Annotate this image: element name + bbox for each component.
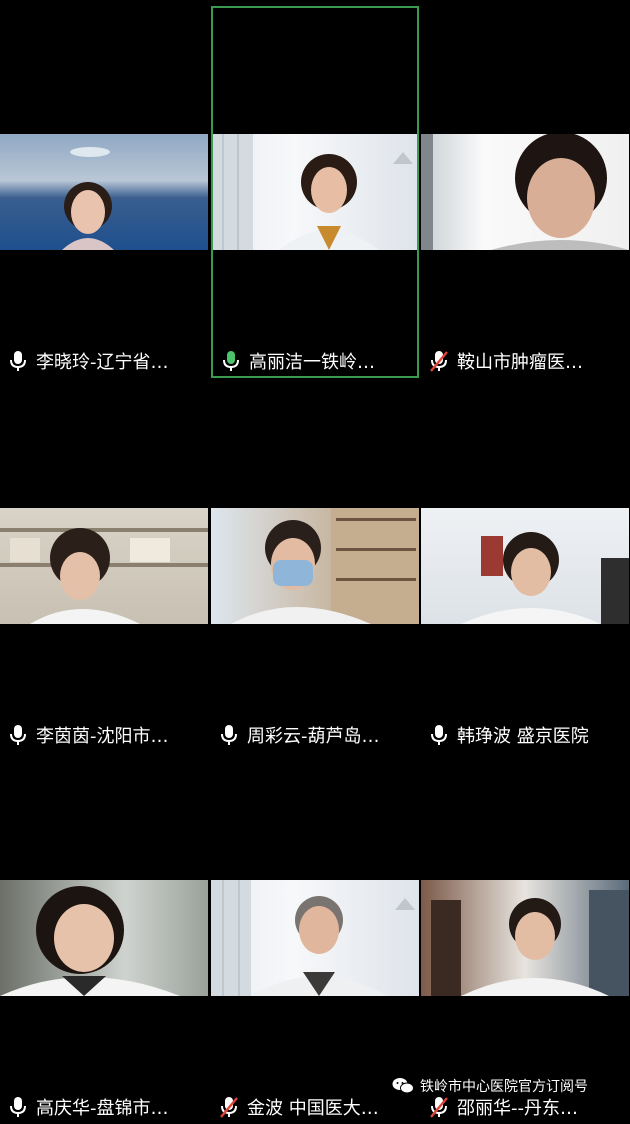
participant-label: 鞍山市肿瘤医…	[429, 347, 625, 375]
participant-video-7	[0, 880, 208, 996]
microphone-icon	[10, 725, 26, 745]
participant-video-3	[421, 134, 629, 250]
watermark: 铁岭市中心医院官方订阅号	[392, 1076, 588, 1096]
participant-label: 韩琤波 盛京医院	[429, 721, 625, 749]
microphone-muted-icon	[430, 351, 448, 372]
participant-name: 鞍山市肿瘤医…	[457, 352, 583, 373]
participant-label: 金波 中国医大…	[219, 1093, 415, 1121]
participant-tile-5[interactable]: 周彩云-葫芦岛…	[211, 380, 419, 752]
microphone-icon	[10, 351, 26, 371]
microphone-icon	[10, 1097, 26, 1117]
participant-video-5	[211, 508, 419, 624]
video-feed-image	[0, 528, 208, 624]
participant-tile-2[interactable]: 高丽洁一铁岭…	[211, 6, 419, 378]
microphone-muted-icon	[220, 1097, 238, 1118]
video-feed-image	[431, 890, 629, 996]
participant-label: 李晓玲-辽宁省…	[8, 347, 204, 375]
video-feed-image	[213, 134, 413, 250]
participant-name: 韩琤波 盛京医院	[457, 726, 589, 747]
participant-name: 周彩云-葫芦岛…	[247, 726, 380, 747]
video-feed-image	[421, 134, 629, 250]
participant-name: 李晓玲-辽宁省…	[36, 352, 169, 373]
video-feed-image	[0, 886, 180, 996]
participant-video-4	[0, 508, 208, 624]
microphone-icon	[431, 725, 447, 745]
participant-tile-7[interactable]: 高庆华-盘锦市…	[0, 752, 208, 1124]
video-feed-image	[461, 532, 629, 624]
participant-video-2	[213, 134, 417, 250]
microphone-muted-icon	[430, 1097, 448, 1118]
video-feed-image	[62, 147, 114, 250]
participant-tile-3[interactable]: 鞍山市肿瘤医…	[421, 6, 629, 378]
wechat-icon	[392, 1078, 414, 1094]
participant-video-6	[421, 508, 629, 624]
microphone-icon	[221, 725, 237, 745]
participant-label: 李茵茵-沈阳市…	[8, 721, 204, 749]
participant-video-9	[421, 880, 629, 996]
participant-tile-4[interactable]: 李茵茵-沈阳市…	[0, 380, 208, 752]
participant-tile-6[interactable]: 韩琤波 盛京医院	[421, 380, 629, 752]
participant-label: 高庆华-盘锦市…	[8, 1093, 204, 1121]
participant-tile-9[interactable]: 邵丽华--丹东…	[421, 752, 629, 1124]
participant-name: 邵丽华--丹东…	[457, 1098, 578, 1119]
watermark-text: 铁岭市中心医院官方订阅号	[420, 1079, 588, 1095]
participant-name: 高丽洁一铁岭…	[249, 352, 375, 373]
participant-name: 高庆华-盘锦市…	[36, 1098, 169, 1119]
participant-video-8	[211, 880, 419, 996]
participant-video-1	[0, 134, 208, 250]
participant-name: 金波 中国医大…	[247, 1098, 379, 1119]
participant-label: 高丽洁一铁岭…	[221, 347, 413, 375]
participant-name: 李茵茵-沈阳市…	[36, 726, 169, 747]
video-feed-image	[231, 508, 419, 624]
microphone-icon	[223, 351, 239, 371]
participant-label: 邵丽华--丹东…	[429, 1093, 625, 1121]
video-feed-image	[211, 880, 415, 996]
participant-tile-8[interactable]: 金波 中国医大…	[211, 752, 419, 1124]
participant-label: 周彩云-葫芦岛…	[219, 721, 415, 749]
participant-tile-1[interactable]: 李晓玲-辽宁省…	[0, 6, 208, 378]
